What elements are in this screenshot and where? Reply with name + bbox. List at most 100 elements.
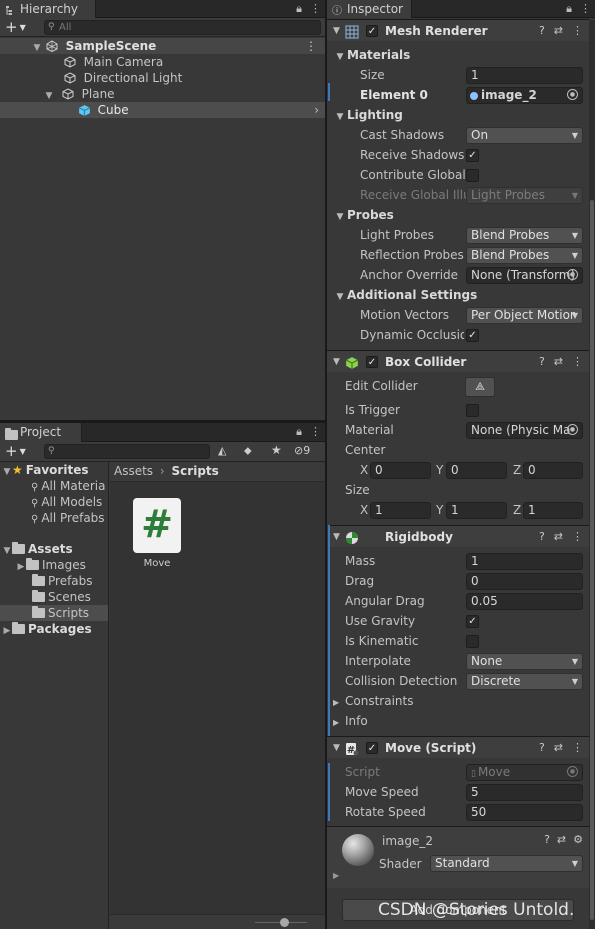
collapse-arrow-icon[interactable]: ▼ bbox=[333, 207, 347, 227]
edit-collider-button[interactable]: ⟁ bbox=[465, 377, 495, 397]
help-icon[interactable]: ? bbox=[539, 741, 545, 754]
collapse-arrow-icon[interactable]: ▼ bbox=[333, 47, 347, 67]
size-x-field[interactable]: 1 bbox=[370, 502, 431, 519]
drag-field[interactable]: 0 bbox=[466, 573, 583, 590]
scrollbar-thumb[interactable] bbox=[590, 200, 594, 920]
move-script-header[interactable]: ▼ # ✓ Move (Script) ? ⇄ ⋮ bbox=[327, 736, 589, 758]
tab-project[interactable]: Project bbox=[0, 423, 82, 442]
collision-detection-dropdown[interactable]: Discrete ▼ bbox=[466, 673, 583, 690]
contribute-gi-checkbox[interactable] bbox=[466, 169, 479, 182]
presets-icon[interactable]: ⇄ bbox=[554, 741, 563, 754]
tree-item-favorites[interactable]: ▼ ★ Favorites bbox=[0, 462, 108, 478]
box-collider-enabled-checkbox[interactable]: ✓ bbox=[366, 356, 378, 368]
interpolate-dropdown[interactable]: None ▼ bbox=[466, 653, 583, 670]
create-dropdown-button[interactable]: + ▼ bbox=[5, 18, 26, 37]
expand-arrow-icon[interactable]: ▶ bbox=[333, 693, 345, 713]
tree-item-all-models[interactable]: ⚲ All Models bbox=[0, 494, 108, 510]
settings-gear-icon[interactable]: ⚙ bbox=[573, 833, 583, 846]
filter-by-type-icon[interactable]: ◭ bbox=[218, 444, 226, 457]
component-menu-icon[interactable]: ⋮ bbox=[572, 741, 583, 754]
object-picker-icon[interactable]: ● bbox=[567, 424, 578, 435]
additional-settings-foldout[interactable]: ▼ Additional Settings bbox=[333, 285, 589, 305]
collapse-arrow-icon[interactable]: ▼ bbox=[333, 737, 340, 759]
lock-icon[interactable]: 🔒︎ bbox=[566, 2, 572, 15]
hidden-packages-toggle[interactable]: ⊘9 bbox=[294, 444, 310, 457]
center-x-field[interactable]: 0 bbox=[370, 462, 431, 479]
asset-item-move[interactable]: # Move bbox=[130, 498, 184, 569]
light-probes-dropdown[interactable]: Blend Probes ▼ bbox=[466, 227, 583, 244]
collapse-arrow-icon[interactable]: ▼ bbox=[333, 526, 340, 548]
receive-shadows-checkbox[interactable]: ✓ bbox=[466, 149, 479, 162]
tree-item-scenes[interactable]: Scenes bbox=[0, 589, 108, 605]
kebab-menu-icon[interactable]: ⋮ bbox=[310, 2, 321, 15]
is-kinematic-checkbox[interactable] bbox=[466, 635, 479, 648]
shader-dropdown[interactable]: Standard ▼ bbox=[430, 855, 583, 872]
component-menu-icon[interactable]: ⋮ bbox=[572, 355, 583, 368]
motion-vectors-dropdown[interactable]: Per Object Motior ▼ bbox=[466, 307, 583, 324]
reflection-probes-dropdown[interactable]: Blend Probes ▼ bbox=[466, 247, 583, 264]
lock-icon[interactable]: 🔒︎ bbox=[296, 2, 302, 15]
rotate-speed-field[interactable]: 50 bbox=[466, 804, 583, 821]
create-dropdown-button[interactable]: + ▼ bbox=[5, 442, 26, 461]
filter-by-label-icon[interactable]: ⬥ bbox=[244, 444, 252, 458]
use-gravity-checkbox[interactable]: ✓ bbox=[466, 615, 479, 628]
lighting-foldout[interactable]: ▼ Lighting bbox=[333, 105, 589, 125]
hierarchy-search-input[interactable]: ⚲ All bbox=[44, 20, 321, 35]
lock-icon[interactable]: 🔒︎ bbox=[296, 425, 302, 438]
collapse-arrow-icon[interactable]: ▼ bbox=[333, 107, 347, 127]
tree-item-scripts[interactable]: Scripts bbox=[0, 605, 108, 621]
chevron-right-icon[interactable]: › bbox=[314, 102, 319, 118]
hierarchy-item-main-camera[interactable]: Main Camera bbox=[0, 54, 325, 70]
help-icon[interactable]: ? bbox=[539, 24, 545, 37]
kebab-menu-icon[interactable]: ⋮ bbox=[580, 2, 591, 15]
scene-row[interactable]: ▼ SampleScene ⋮ bbox=[0, 38, 325, 54]
element0-material-field[interactable]: image_2 ● bbox=[466, 87, 583, 104]
expand-arrow-icon[interactable]: ▶ bbox=[2, 623, 12, 639]
probes-foldout[interactable]: ▼ Probes bbox=[333, 205, 589, 225]
help-icon[interactable]: ? bbox=[539, 355, 545, 368]
hierarchy-item-directional-light[interactable]: Directional Light bbox=[0, 70, 325, 86]
object-picker-icon[interactable]: ● bbox=[567, 269, 578, 280]
scene-kebab-icon[interactable]: ⋮ bbox=[305, 38, 317, 54]
presets-icon[interactable]: ⇄ bbox=[554, 530, 563, 543]
constraints-foldout[interactable]: ▶ Constraints bbox=[327, 691, 589, 711]
kebab-menu-icon[interactable]: ⋮ bbox=[310, 425, 321, 438]
presets-icon[interactable]: ⇄ bbox=[557, 833, 566, 846]
tree-item-all-materials[interactable]: ⚲ All Materia bbox=[0, 478, 108, 494]
presets-icon[interactable]: ⇄ bbox=[554, 24, 563, 37]
tab-hierarchy[interactable]: Hierarchy bbox=[0, 0, 96, 18]
tree-item-images[interactable]: ▶ Images bbox=[0, 557, 108, 573]
zoom-slider-thumb[interactable] bbox=[280, 918, 289, 927]
mass-field[interactable]: 1 bbox=[466, 553, 583, 570]
collider-material-field[interactable]: None (Physic Ma ● bbox=[466, 422, 583, 439]
materials-size-field[interactable]: 1 bbox=[466, 67, 583, 84]
expand-arrow-icon[interactable]: ▶ bbox=[333, 713, 345, 733]
component-menu-icon[interactable]: ⋮ bbox=[572, 24, 583, 37]
expand-arrow-icon[interactable]: ▶ bbox=[333, 871, 339, 880]
angular-drag-field[interactable]: 0.05 bbox=[466, 593, 583, 610]
project-search-input[interactable]: ⚲ bbox=[44, 444, 210, 459]
hierarchy-item-cube[interactable]: Cube › bbox=[0, 102, 325, 118]
help-icon[interactable]: ? bbox=[544, 833, 550, 846]
is-trigger-checkbox[interactable] bbox=[466, 404, 479, 417]
help-icon[interactable]: ? bbox=[539, 530, 545, 543]
rigidbody-header[interactable]: ▼ Rigidbody ? ⇄ ⋮ bbox=[330, 525, 589, 547]
cast-shadows-dropdown[interactable]: On ▼ bbox=[466, 127, 583, 144]
favorites-star-icon[interactable]: ★ bbox=[271, 443, 282, 457]
move-speed-field[interactable]: 5 bbox=[466, 784, 583, 801]
size-y-field[interactable]: 1 bbox=[446, 502, 507, 519]
mesh-renderer-header[interactable]: ▼ ✓ Mesh Renderer ? ⇄ ⋮ bbox=[327, 19, 589, 41]
tree-item-packages[interactable]: ▶ Packages bbox=[0, 621, 108, 637]
inspector-scrollbar[interactable] bbox=[589, 20, 595, 929]
tree-item-all-prefabs[interactable]: ⚲ All Prefabs bbox=[0, 510, 108, 526]
center-y-field[interactable]: 0 bbox=[446, 462, 507, 479]
info-foldout[interactable]: ▶ Info bbox=[327, 711, 589, 731]
zoom-slider[interactable] bbox=[110, 914, 325, 929]
breadcrumb-scripts[interactable]: Scripts bbox=[172, 464, 219, 478]
collapse-arrow-icon[interactable]: ▼ bbox=[333, 351, 340, 373]
collapse-arrow-icon[interactable]: ▼ bbox=[333, 20, 340, 42]
tree-item-prefabs[interactable]: Prefabs bbox=[0, 573, 108, 589]
center-z-field[interactable]: 0 bbox=[523, 462, 583, 479]
object-picker-icon[interactable]: ● bbox=[567, 89, 578, 100]
collapse-arrow-icon[interactable]: ▼ bbox=[333, 287, 347, 307]
